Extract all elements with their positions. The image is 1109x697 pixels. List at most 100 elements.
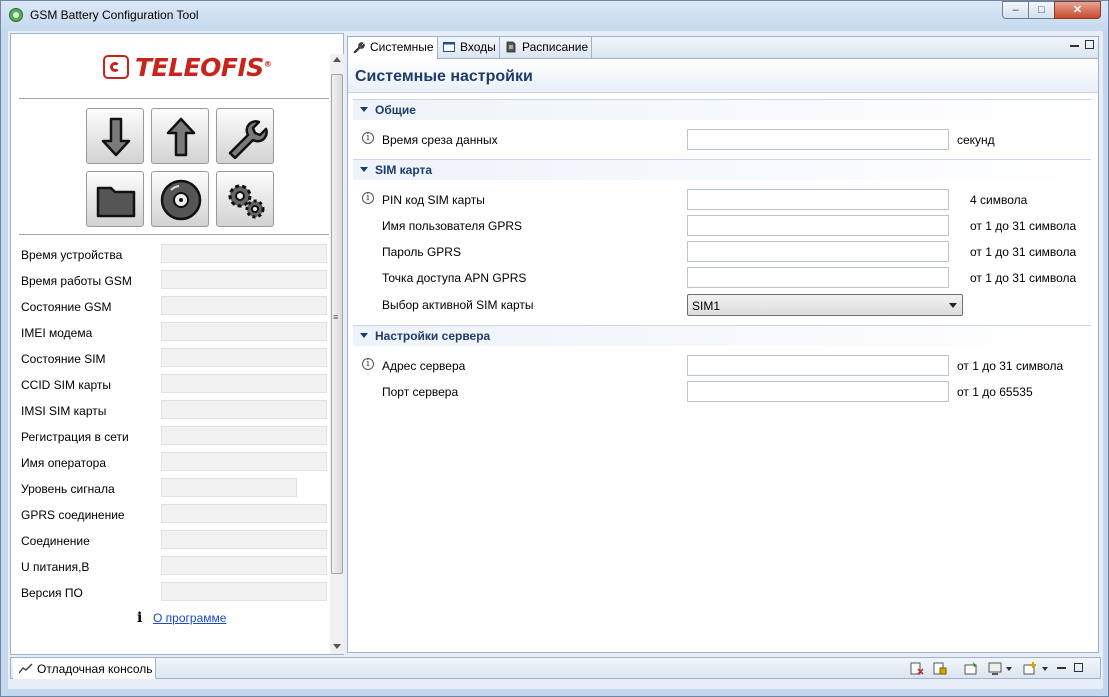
minimize-button[interactable]: – [1002,1,1029,19]
maximize-view-icon[interactable] [1074,663,1083,672]
pin-console-icon[interactable] [964,662,978,675]
chevron-down-icon [949,303,957,308]
write-config-button[interactable] [151,108,209,164]
minimize-view-icon[interactable] [1070,41,1079,47]
collapse-arrow-icon[interactable] [360,167,368,172]
gsm-uptime-value [161,270,327,289]
console-bar: Отладочная консоль [10,657,1101,679]
about-link[interactable]: О программе [153,611,226,625]
registration-value [161,426,327,445]
app-icon [9,8,23,22]
maximize-view-icon[interactable] [1085,40,1094,49]
server-port-input[interactable] [687,381,949,402]
open-file-button[interactable] [86,171,144,227]
sim-state-value [161,348,327,367]
info-row-operator: Имя оператора [21,451,327,473]
tab-inputs[interactable]: Входы [438,37,500,58]
gprs-password-input[interactable] [687,241,949,262]
field-gprs-user: Имя пользователя GPRS от 1 до 31 символа [362,215,1082,237]
field-server-address: i Адрес сервера от 1 до 31 символа [362,355,1082,377]
window-title: GSM Battery Configuration Tool [30,8,199,22]
teleofis-logo: TELEOFIS® [37,42,323,92]
apn-input[interactable] [687,267,949,288]
info-row-gprs: GPRS соединение [21,503,327,525]
wrench-icon [353,42,365,53]
arrow-down-icon [101,117,131,157]
minimize-view-icon[interactable] [1057,663,1066,669]
display-console-icon[interactable] [988,662,1002,675]
settings-editor: Системные Входы Расписание Системные нас… [347,36,1099,653]
scroll-down-icon[interactable] [333,644,341,649]
pin-code-input[interactable] [687,189,949,210]
collapse-arrow-icon[interactable] [360,333,368,338]
signal-level-bar [161,478,297,497]
scroll-up-icon[interactable] [333,57,341,62]
section-server[interactable]: Настройки сервера [353,325,1091,346]
tab-schedule[interactable]: Расписание [500,37,592,58]
field-data-cut-time: i Время среза данных секунд [362,129,1082,151]
section-general[interactable]: Общие [353,99,1091,120]
schedule-icon [506,41,516,53]
server-address-input[interactable] [687,355,949,376]
folder-icon [96,186,136,218]
tab-strip: Системные Входы Расписание [348,37,1098,59]
section-sim[interactable]: SIM карта [353,159,1091,180]
info-icon: i [362,132,374,144]
dropdown-arrow-icon[interactable] [1006,667,1012,671]
left-panel-scrollbar[interactable]: ≡ [330,54,344,654]
close-button[interactable]: ✕ [1054,1,1101,19]
info-icon: i [362,192,374,204]
field-apn: Точка доступа APN GPRS от 1 до 31 символ… [362,267,1082,289]
info-row-registration: Регистрация в сети [21,425,327,447]
form-header: Системные настройки [348,59,1098,93]
info-icon: i [137,610,143,626]
maximize-button[interactable]: □ [1028,1,1055,19]
info-icon: i [362,358,374,370]
imsi-value [161,400,327,419]
scroll-lock-icon[interactable] [933,662,947,675]
gsm-state-value [161,296,327,315]
info-row-gsm-state: Состояние GSM [21,295,327,317]
title-bar[interactable]: GSM Battery Configuration Tool – □ ✕ [1,1,1108,30]
info-row-imsi: IMSI SIM карты [21,399,327,421]
dropdown-arrow-icon[interactable] [1042,667,1048,671]
open-console-icon[interactable] [1023,662,1037,675]
grip-icon: ≡ [333,312,339,322]
app-window: GSM Battery Configuration Tool – □ ✕ TEL… [0,0,1109,697]
gprs-user-input[interactable] [687,215,949,236]
settings-tool-button[interactable] [216,108,274,164]
client-area: TELEOFIS® Время устройства Время работы … [8,31,1103,689]
chart-line-icon [19,663,33,674]
tab-debug-console[interactable]: Отладочная консоль [13,658,156,679]
info-row-device-time: Время устройства [21,243,327,265]
field-active-sim: Выбор активной SIM карты SIM1 [362,294,1082,316]
advanced-settings-button[interactable] [216,171,274,227]
field-gprs-password: Пароль GPRS от 1 до 31 символа [362,241,1082,263]
info-row-connection: Соединение [21,529,327,551]
window-icon [443,42,455,52]
firmware-value [161,582,327,601]
field-server-port: Порт сервера от 1 до 65535 [362,381,1082,403]
gprs-value [161,504,327,523]
voltage-value [161,556,327,575]
device-panel: TELEOFIS® Время устройства Время работы … [10,33,344,655]
collapse-arrow-icon[interactable] [360,107,368,112]
info-row-imei: IMEI модема [21,321,327,343]
wrench-icon [228,120,268,159]
info-row-gsm-uptime: Время работы GSM [21,269,327,291]
tab-system[interactable]: Системные [348,37,438,59]
clear-console-icon[interactable] [910,662,924,675]
info-row-firmware: Версия ПО [21,581,327,603]
scroll-thumb[interactable] [331,74,343,574]
read-config-button[interactable] [86,108,144,164]
field-pin-code: i PIN код SIM карты 4 символа [362,189,1082,211]
info-row-ccid: CCID SIM карты [21,373,327,395]
gears-icon [228,184,265,219]
imei-value [161,322,327,341]
device-time-value [161,244,327,263]
save-disc-button[interactable] [151,171,209,227]
data-cut-time-input[interactable] [687,129,949,150]
active-sim-select[interactable]: SIM1 [687,294,963,316]
logo-mark-icon [103,55,129,79]
operator-value [161,452,327,471]
